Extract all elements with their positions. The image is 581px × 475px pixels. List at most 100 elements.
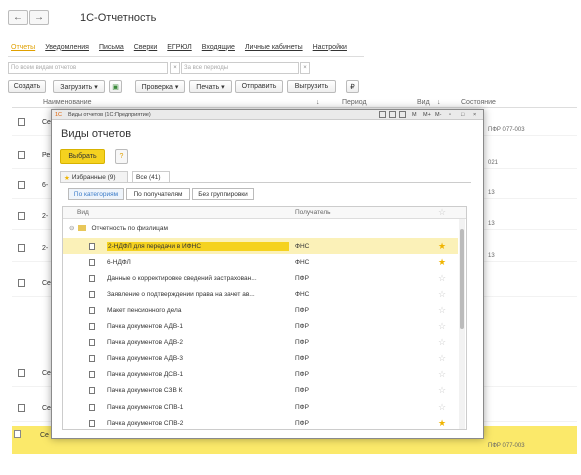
calendar-icon[interactable] xyxy=(389,111,396,118)
list-item[interactable]: Пачка документов ДСВ-1 ПФР ☆ xyxy=(63,367,458,383)
forward-button[interactable]: → xyxy=(29,10,49,25)
load-button[interactable]: Загрузить ▾ xyxy=(53,80,105,93)
calculator-icon[interactable] xyxy=(399,111,406,118)
list-item[interactable]: Пачка документов АДВ-3 ПФР ☆ xyxy=(63,351,458,367)
back-arrow-icon: ← xyxy=(13,12,23,23)
tab-reports[interactable]: Отчеты xyxy=(11,44,35,51)
list-item[interactable]: Макет пенсионного дела ПФР ☆ xyxy=(63,302,458,318)
group-by-receiver-button[interactable]: По получателям xyxy=(126,188,190,200)
list-item[interactable]: 6-НДФЛ ФНС ★ xyxy=(63,254,458,270)
help-button[interactable]: ? xyxy=(115,149,128,164)
report-kind-name: Данные о корректировке сведений застрахо… xyxy=(107,274,257,282)
back-button[interactable]: ← xyxy=(8,10,28,25)
list-header: Вид Получатель ☆ xyxy=(63,207,466,219)
star-filled-icon[interactable]: ★ xyxy=(438,418,446,429)
receiver: ПФР xyxy=(295,323,309,330)
unload-button[interactable]: Выгрузить xyxy=(287,80,336,93)
star-outline-icon[interactable]: ☆ xyxy=(438,321,446,332)
tab-notifications[interactable]: Уведомления xyxy=(45,44,89,51)
document-icon xyxy=(89,306,95,314)
report-state: ПФР 077-003 xyxy=(488,127,525,133)
list-item[interactable]: 2-НДФЛ для передачи в ИФНС ФНС ★ xyxy=(63,238,458,254)
close-icon[interactable]: × xyxy=(473,110,476,120)
app-logo-icon: 1С xyxy=(55,112,63,118)
list-item[interactable]: Пачка документов АДВ-2 ПФР ☆ xyxy=(63,335,458,351)
star-outline-icon[interactable]: ☆ xyxy=(438,289,446,300)
report-state: 021 xyxy=(488,160,499,166)
star-outline-icon[interactable]: ☆ xyxy=(438,337,446,348)
report-name: 6- xyxy=(42,182,49,189)
star-outline-icon[interactable]: ☆ xyxy=(438,273,446,284)
document-icon xyxy=(89,371,95,379)
document-icon xyxy=(89,242,95,250)
tab-egrul[interactable]: ЕГРЮЛ xyxy=(167,44,191,51)
create-button[interactable]: Создать xyxy=(8,80,46,93)
report-kinds-list: Вид Получатель ☆ ⊖ Отчетность по физлица… xyxy=(62,206,467,430)
list-item[interactable]: Пачка документов АДВ-1 ПФР ☆ xyxy=(63,319,458,335)
period-filter-clear[interactable]: × xyxy=(300,62,310,74)
send-button[interactable]: Отправить xyxy=(235,80,283,93)
col-period[interactable]: Период xyxy=(342,99,367,106)
star-filled-icon[interactable]: ★ xyxy=(438,257,446,268)
list-item[interactable]: Пачка документов СПВ-2 ПФР ★ xyxy=(63,415,458,431)
list-item[interactable]: Заявление о подтверждении права на зачет… xyxy=(63,286,458,302)
report-name: Се xyxy=(42,119,51,126)
tab-cabinets[interactable]: Личные кабинеты xyxy=(245,44,303,51)
favorite-column-star-icon[interactable]: ☆ xyxy=(438,207,446,218)
col-state[interactable]: Состояние xyxy=(461,99,496,106)
report-name: Се xyxy=(42,370,51,377)
list-item[interactable]: Пачка документов СПВ-1 ПФР ☆ xyxy=(63,399,458,415)
period-filter[interactable]: За все периоды xyxy=(181,62,299,74)
list-scrollbar[interactable] xyxy=(459,219,465,429)
group-label: Отчетность по физлицам xyxy=(91,224,168,232)
kind-filter-clear[interactable]: × xyxy=(170,62,180,74)
check-button[interactable]: Проверка ▾ xyxy=(135,80,185,93)
tab-incoming[interactable]: Входящие xyxy=(202,44,235,51)
window-icon[interactable] xyxy=(379,111,386,118)
tab-divider xyxy=(60,182,471,183)
col-kind[interactable]: Вид xyxy=(417,99,430,106)
select-button[interactable]: Выбрать xyxy=(60,149,105,164)
collapse-icon[interactable]: ⊖ xyxy=(69,224,74,232)
col-kind-header[interactable]: Вид xyxy=(77,209,89,216)
star-filled-icon[interactable]: ★ xyxy=(438,241,446,252)
report-name: 2- xyxy=(42,213,49,220)
star-outline-icon[interactable]: ☆ xyxy=(438,385,446,396)
memory-minus-button[interactable]: M- xyxy=(435,110,441,120)
document-icon xyxy=(89,419,95,427)
star-outline-icon[interactable]: ☆ xyxy=(438,402,446,413)
group-by-category-button[interactable]: По категориям xyxy=(68,188,124,200)
tab-settings[interactable]: Настройки xyxy=(313,44,347,51)
receiver: ПФР xyxy=(295,419,309,427)
receiver: ПФР xyxy=(295,403,309,411)
ruble-button[interactable]: ₽ xyxy=(346,80,359,93)
report-kind-name: Пачка документов ДСВ-1 xyxy=(107,371,184,379)
report-kinds-dialog: 1С Виды отчетов (1С:Предприятие) M M+ M-… xyxy=(51,109,484,439)
tab-letters[interactable]: Письма xyxy=(99,44,124,51)
dialog-heading: Виды отчетов xyxy=(61,128,132,140)
reports-table-header: Наименование ↓ Период Вид ↓ Состояние xyxy=(12,97,577,108)
list-item[interactable]: Данные о корректировке сведений застрахо… xyxy=(63,270,458,286)
group-row[interactable]: ⊖ Отчетность по физлицам xyxy=(63,220,458,236)
star-outline-icon[interactable]: ☆ xyxy=(438,353,446,364)
no-grouping-button[interactable]: Без группировки xyxy=(192,188,254,200)
document-icon xyxy=(18,279,25,287)
memory-button[interactable]: M xyxy=(412,110,417,120)
excel-icon[interactable]: ▣ xyxy=(109,80,122,93)
minimize-icon[interactable]: ▫ xyxy=(449,110,451,120)
list-item[interactable]: Пачка документов СЗВ К ПФР ☆ xyxy=(63,383,458,399)
folder-icon xyxy=(78,225,87,231)
document-icon xyxy=(89,274,95,282)
print-button[interactable]: Печать ▾ xyxy=(189,80,232,93)
star-outline-icon[interactable]: ☆ xyxy=(438,305,446,316)
maximize-icon[interactable]: □ xyxy=(461,110,464,120)
star-outline-icon[interactable]: ☆ xyxy=(438,369,446,380)
report-kind-filter[interactable]: По всем видам отчетов xyxy=(8,62,168,74)
col-name[interactable]: Наименование xyxy=(43,99,92,106)
report-name: Ре xyxy=(42,152,51,159)
tab-reconciliations[interactable]: Сверки xyxy=(134,44,157,51)
col-receiver-header[interactable]: Получатель xyxy=(295,209,331,216)
scrollbar-thumb[interactable] xyxy=(460,229,464,329)
receiver: ПФР xyxy=(295,371,309,379)
memory-plus-button[interactable]: M+ xyxy=(423,110,431,120)
